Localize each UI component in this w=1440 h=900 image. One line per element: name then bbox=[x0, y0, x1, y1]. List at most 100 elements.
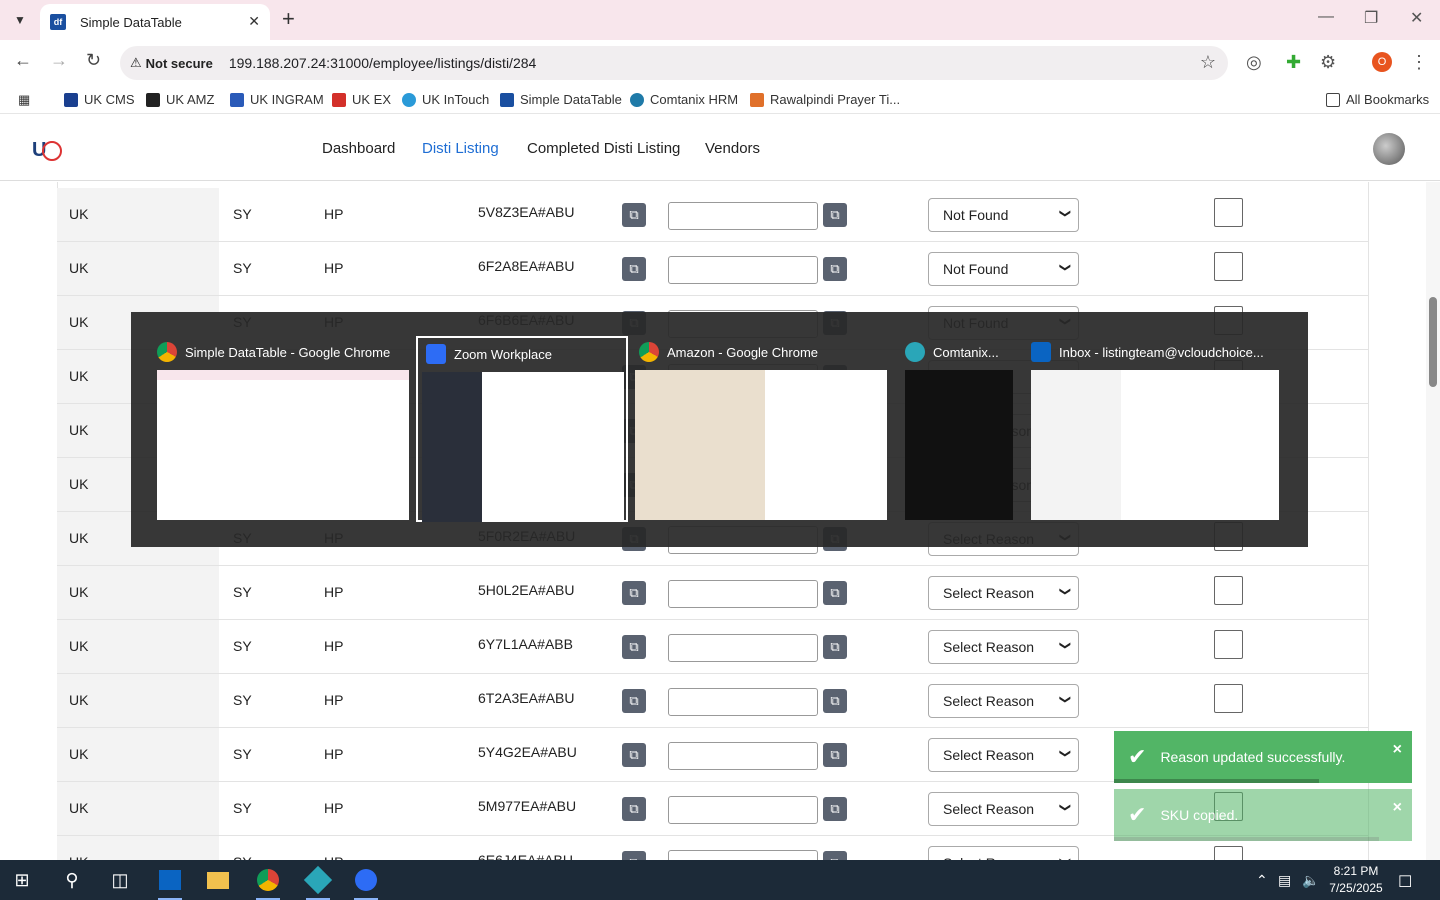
reason-select[interactable]: Select Reason❯ bbox=[928, 630, 1079, 664]
comtanix-taskbar-icon[interactable] bbox=[300, 865, 336, 900]
cell-region: UK bbox=[57, 836, 219, 860]
bookmark-uk-intouch[interactable]: UK InTouch bbox=[402, 92, 489, 107]
paste-sku-button[interactable]: ⧉ bbox=[823, 689, 847, 713]
reason-select[interactable]: Select Reason❯ bbox=[928, 792, 1079, 826]
bookmark-simple-datatable[interactable]: Simple DataTable bbox=[500, 92, 622, 107]
copy-sku-button[interactable]: ⧉ bbox=[622, 257, 646, 281]
url-text[interactable]: 199.188.207.24:31000/employee/listings/d… bbox=[229, 55, 536, 71]
file-explorer-icon[interactable] bbox=[200, 866, 236, 894]
zoom-taskbar-icon[interactable] bbox=[348, 866, 384, 900]
new-sku-input[interactable] bbox=[668, 634, 818, 662]
switcher-item-amazon[interactable]: Amazon - Google Chrome bbox=[631, 336, 893, 522]
new-sku-input[interactable] bbox=[668, 688, 818, 716]
task-view-icon[interactable]: ◫ bbox=[102, 866, 138, 894]
start-windows-icon[interactable]: ⊞ bbox=[4, 866, 40, 894]
paste-sku-button[interactable]: ⧉ bbox=[823, 203, 847, 227]
outlook-taskbar-icon[interactable] bbox=[152, 866, 188, 900]
new-sku-input[interactable] bbox=[668, 202, 818, 230]
minimize-icon[interactable]: — bbox=[1318, 8, 1334, 26]
row-checkbox[interactable] bbox=[1214, 576, 1243, 605]
switcher-item-outlook[interactable]: Inbox - listingteam@vcloudchoice... bbox=[1023, 336, 1283, 522]
cell-sku: 6T2A3EA#ABU bbox=[478, 690, 575, 706]
new-sku-input[interactable] bbox=[668, 796, 818, 824]
restore-icon[interactable]: ❐ bbox=[1364, 8, 1378, 28]
reason-select[interactable]: Not Found ❯ bbox=[928, 252, 1079, 286]
close-window-icon[interactable]: ✕ bbox=[1410, 8, 1423, 28]
browser-tab[interactable]: df Simple DataTable ✕ bbox=[40, 4, 270, 40]
copy-sku-button[interactable]: ⧉ bbox=[622, 581, 646, 605]
switcher-item-zoom[interactable]: Zoom Workplace bbox=[416, 336, 628, 522]
profile-avatar[interactable]: O bbox=[1372, 52, 1392, 72]
copy-sku-button[interactable]: ⧉ bbox=[622, 797, 646, 821]
reason-select[interactable]: Not Found ❯ bbox=[928, 198, 1079, 232]
row-checkbox[interactable] bbox=[1214, 630, 1243, 659]
switcher-item-datatable[interactable]: Simple DataTable - Google Chrome bbox=[149, 336, 411, 522]
nav-dashboard[interactable]: Dashboard bbox=[322, 140, 395, 157]
cell-brand: HP bbox=[324, 746, 344, 762]
row-checkbox[interactable] bbox=[1214, 252, 1243, 281]
scrollbar-thumb[interactable] bbox=[1429, 297, 1437, 387]
new-tab-button[interactable]: + bbox=[282, 8, 295, 30]
paste-sku-button[interactable]: ⧉ bbox=[823, 797, 847, 821]
toast-close-icon[interactable]: × bbox=[1393, 741, 1402, 759]
menu-kebab-icon[interactable]: ⋮ bbox=[1410, 52, 1428, 73]
row-checkbox[interactable] bbox=[1214, 846, 1243, 860]
tab-search-button[interactable]: ▼ bbox=[8, 8, 32, 32]
extension-plus-icon[interactable]: ✚ bbox=[1286, 52, 1301, 73]
new-sku-input[interactable] bbox=[668, 256, 818, 284]
copy-sku-button[interactable]: ⧉ bbox=[622, 203, 646, 227]
bookmark-uk-ingram[interactable]: UK INGRAM bbox=[230, 92, 324, 107]
bookmark-label: All Bookmarks bbox=[1346, 92, 1430, 107]
volume-icon[interactable]: 🔈 bbox=[1302, 872, 1319, 889]
switcher-item-comtanix[interactable]: Comtanix... bbox=[897, 336, 1017, 522]
cell-sy: SY bbox=[233, 260, 252, 276]
paste-sku-button[interactable]: ⧉ bbox=[823, 581, 847, 605]
bookmark-uk-amz[interactable]: UK AMZ bbox=[146, 92, 214, 107]
paste-sku-button[interactable]: ⧉ bbox=[823, 851, 847, 860]
apps-grid-icon[interactable]: ▦ bbox=[18, 92, 30, 108]
paste-sku-button[interactable]: ⧉ bbox=[823, 743, 847, 767]
bookmark-prayer-times[interactable]: Rawalpindi Prayer Ti... bbox=[750, 92, 900, 107]
row-checkbox[interactable] bbox=[1214, 198, 1243, 227]
toast-close-icon[interactable]: × bbox=[1393, 799, 1402, 817]
paste-sku-button[interactable]: ⧉ bbox=[823, 635, 847, 659]
nav-disti-listing[interactable]: Disti Listing bbox=[422, 140, 499, 157]
chrome-taskbar-icon[interactable] bbox=[250, 866, 286, 900]
row-checkbox[interactable] bbox=[1214, 684, 1243, 713]
new-sku-input[interactable] bbox=[668, 742, 818, 770]
new-sku-input[interactable] bbox=[668, 850, 818, 860]
reload-icon[interactable]: ↻ bbox=[86, 50, 101, 71]
cell-brand: HP bbox=[324, 800, 344, 816]
user-avatar[interactable] bbox=[1373, 133, 1405, 165]
paste-sku-button[interactable]: ⧉ bbox=[823, 257, 847, 281]
nav-vendors[interactable]: Vendors bbox=[705, 140, 760, 157]
copy-sku-button[interactable]: ⧉ bbox=[622, 635, 646, 659]
search-icon[interactable]: ⚲ bbox=[54, 866, 90, 894]
nav-completed-disti-listing[interactable]: Completed Disti Listing bbox=[527, 140, 680, 157]
all-bookmarks[interactable]: All Bookmarks bbox=[1326, 92, 1429, 107]
reason-select[interactable]: Select Reason❯ bbox=[928, 738, 1079, 772]
tray-chevron-icon[interactable]: ⌃ bbox=[1256, 872, 1268, 889]
bookmark-star-icon[interactable]: ☆ bbox=[1200, 52, 1216, 73]
translate-icon[interactable]: ◎ bbox=[1246, 52, 1262, 73]
reason-select[interactable]: Select Reason❯ bbox=[928, 684, 1079, 718]
copy-sku-button[interactable]: ⧉ bbox=[622, 851, 646, 860]
address-bar[interactable]: ⚠ Not secure 199.188.207.24:31000/employ… bbox=[120, 46, 1228, 80]
network-icon[interactable]: ▤ bbox=[1278, 872, 1291, 889]
uk-logo[interactable]: U bbox=[32, 139, 63, 162]
notifications-icon[interactable]: ☐ bbox=[1398, 872, 1412, 892]
clock[interactable]: 8:21 PM 7/25/2025 bbox=[1326, 863, 1386, 897]
tab-close-icon[interactable]: ✕ bbox=[248, 13, 260, 30]
copy-sku-button[interactable]: ⧉ bbox=[622, 689, 646, 713]
extensions-puzzle-icon[interactable]: ⚙ bbox=[1320, 52, 1336, 73]
forward-icon[interactable]: → bbox=[50, 50, 68, 71]
bookmark-uk-ex[interactable]: UK EX bbox=[332, 92, 391, 107]
page-scrollbar[interactable] bbox=[1426, 182, 1440, 860]
new-sku-input[interactable] bbox=[668, 580, 818, 608]
bookmark-uk-cms[interactable]: UK CMS bbox=[64, 92, 135, 107]
reason-select[interactable]: Select Reason❯ bbox=[928, 576, 1079, 610]
copy-sku-button[interactable]: ⧉ bbox=[622, 743, 646, 767]
back-icon[interactable]: ← bbox=[14, 50, 32, 71]
reason-select[interactable]: Select Reason❯ bbox=[928, 846, 1079, 860]
bookmark-comtanix-hrm[interactable]: Comtanix HRM bbox=[630, 92, 738, 107]
